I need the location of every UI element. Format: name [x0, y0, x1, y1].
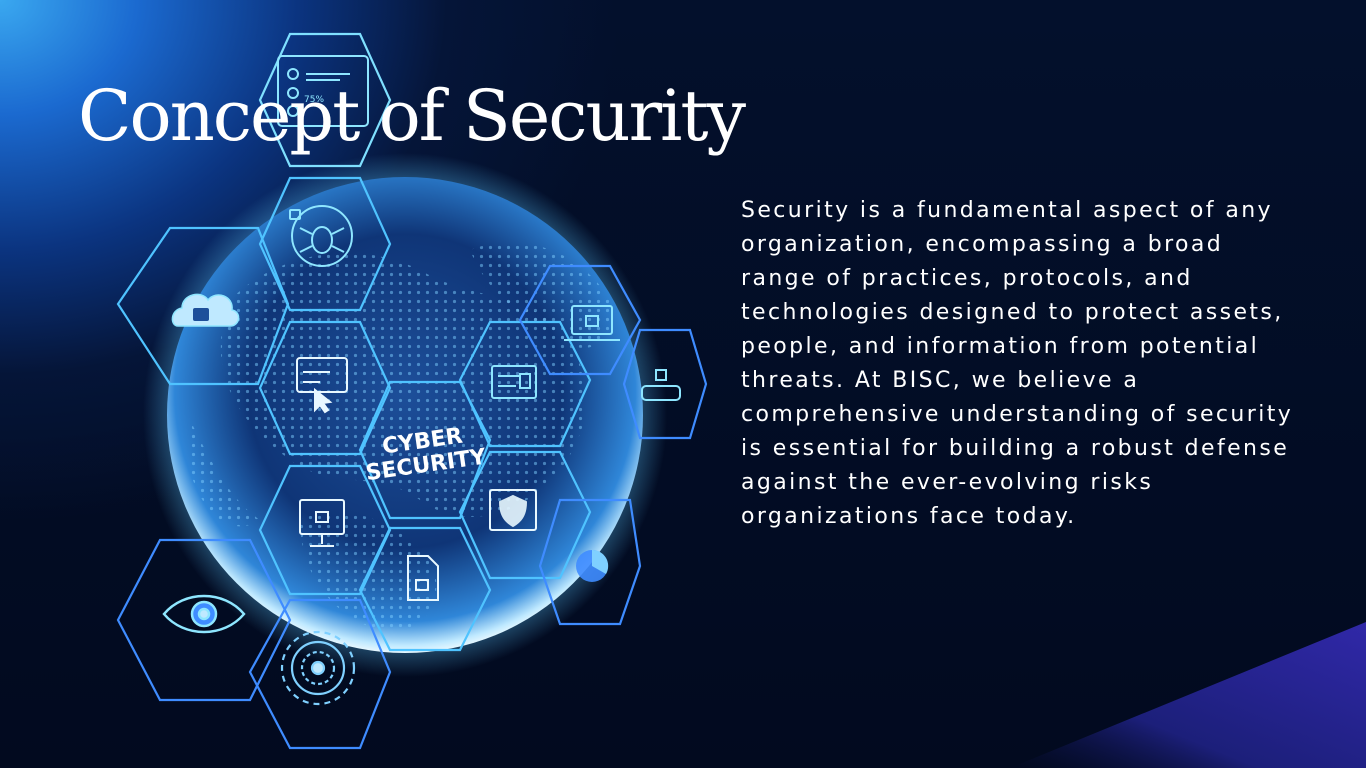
slide-body-text: Security is a fundamental aspect of any … — [741, 198, 1294, 529]
slide: 75% CYBER SECURITY Concept of Security S… — [0, 0, 1366, 768]
slide-title: Concept of Security — [78, 75, 746, 157]
pie-chart-icon — [576, 549, 609, 582]
